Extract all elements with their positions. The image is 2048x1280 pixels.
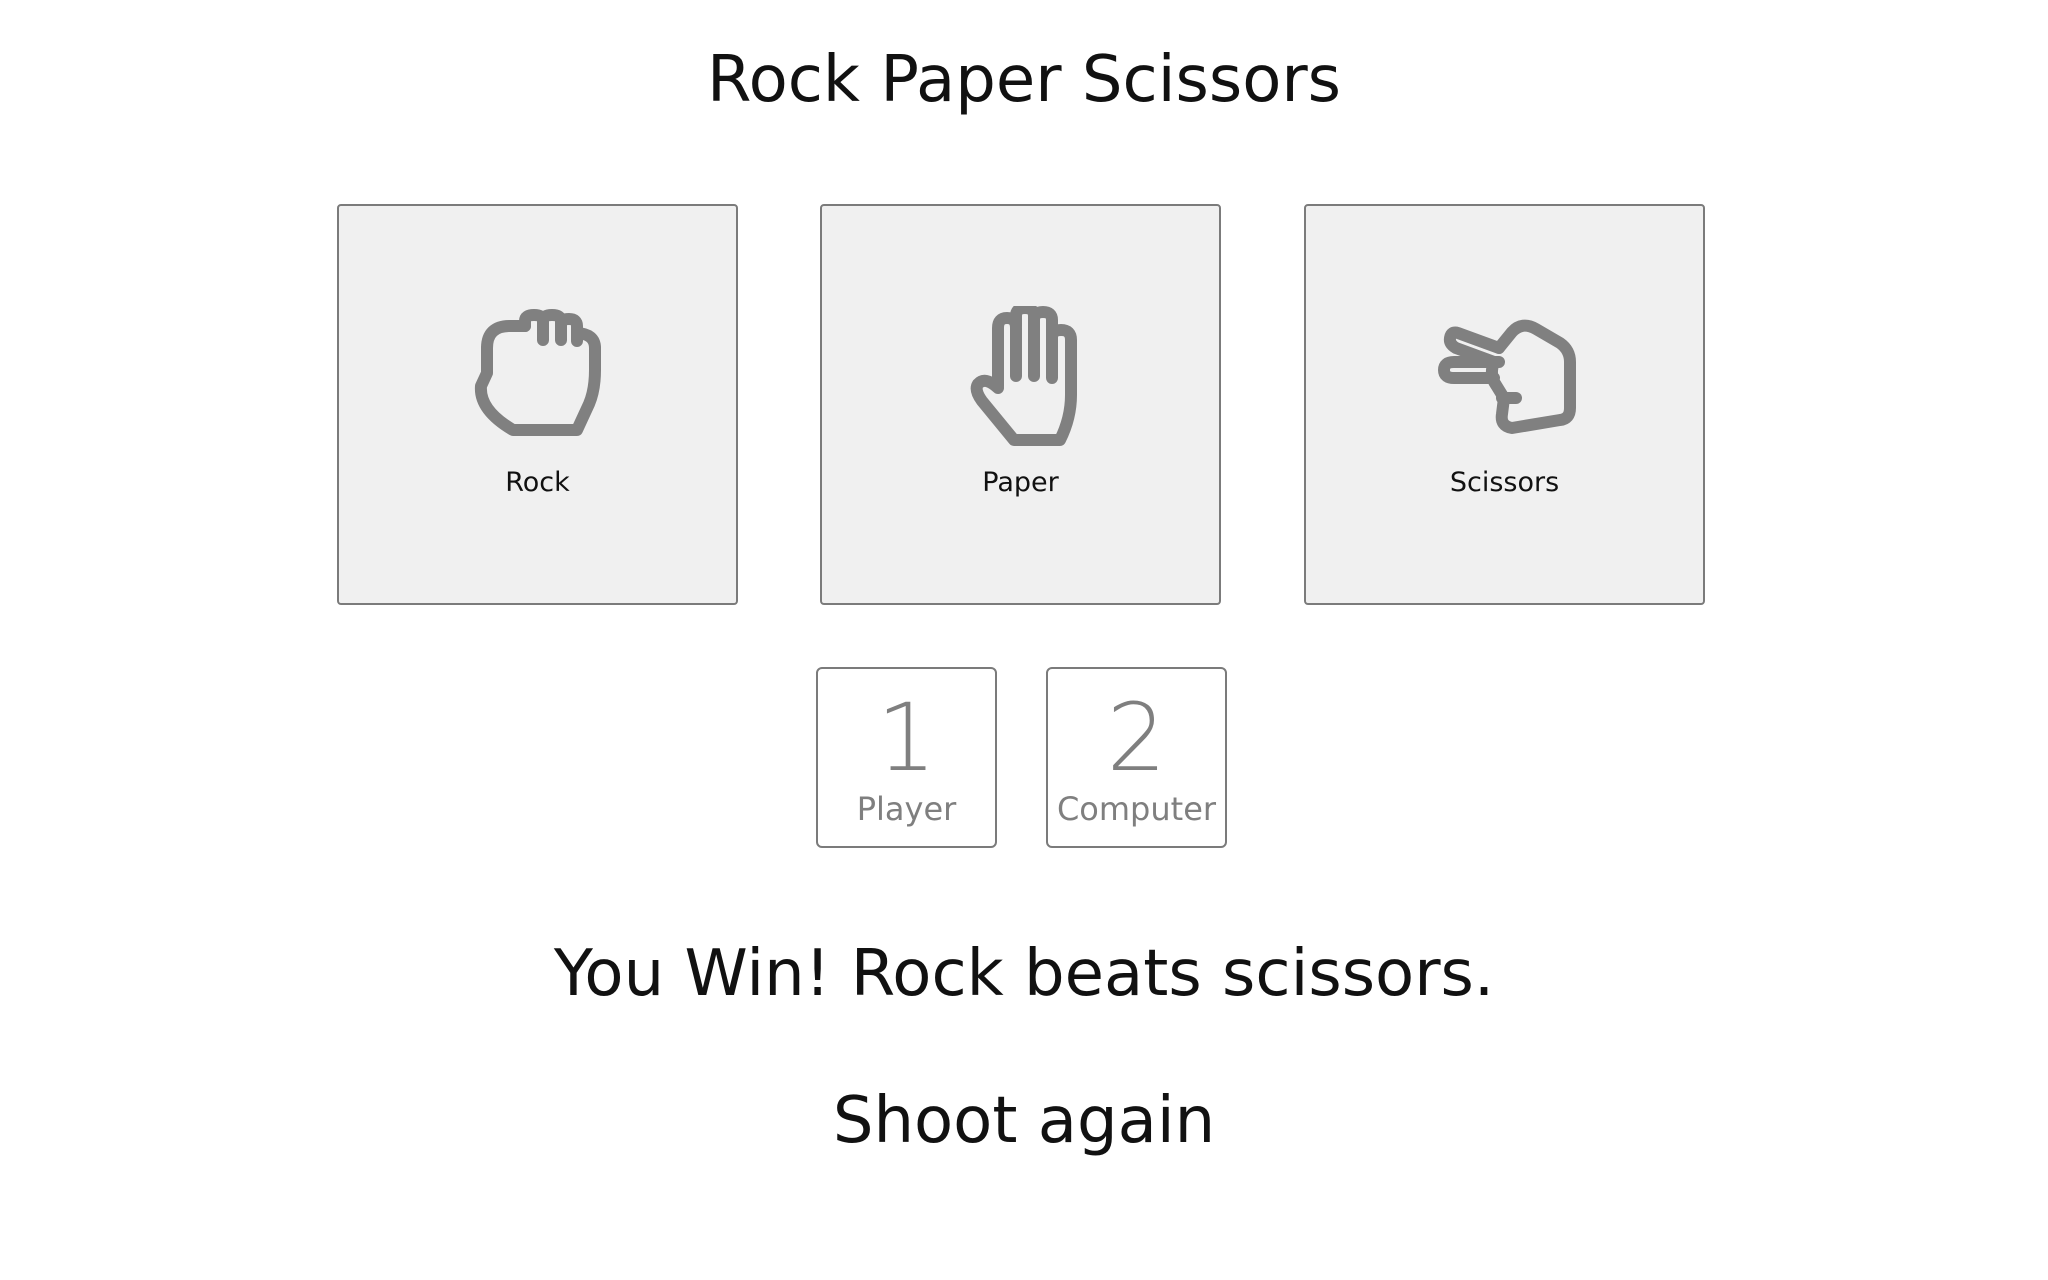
- shoot-again-button[interactable]: Shoot again: [824, 1078, 1224, 1164]
- rock-choice-label: Rock: [505, 467, 570, 498]
- computer-score-value: 2: [1106, 684, 1167, 793]
- paper-choice-button[interactable]: Paper: [820, 204, 1221, 605]
- computer-score-label: Computer: [1056, 790, 1217, 828]
- player-score-value: 1: [876, 684, 937, 793]
- scissors-choice-label: Scissors: [1449, 467, 1560, 498]
- result-message: You Win! Rock beats scissors.: [553, 937, 1495, 1011]
- paper-hand-icon: [970, 306, 1077, 446]
- page-title: Rock Paper Scissors: [706, 43, 1342, 117]
- computer-score-card: 2 Computer: [1046, 667, 1227, 848]
- rock-hand-icon: [474, 309, 601, 436]
- player-score-card: 1 Player: [816, 667, 997, 848]
- scissors-choice-button[interactable]: Scissors: [1304, 204, 1705, 605]
- player-score-label: Player: [856, 790, 957, 828]
- rock-choice-button[interactable]: Rock: [337, 204, 738, 605]
- scissors-hand-icon: [1438, 319, 1576, 434]
- paper-choice-label: Paper: [982, 467, 1059, 498]
